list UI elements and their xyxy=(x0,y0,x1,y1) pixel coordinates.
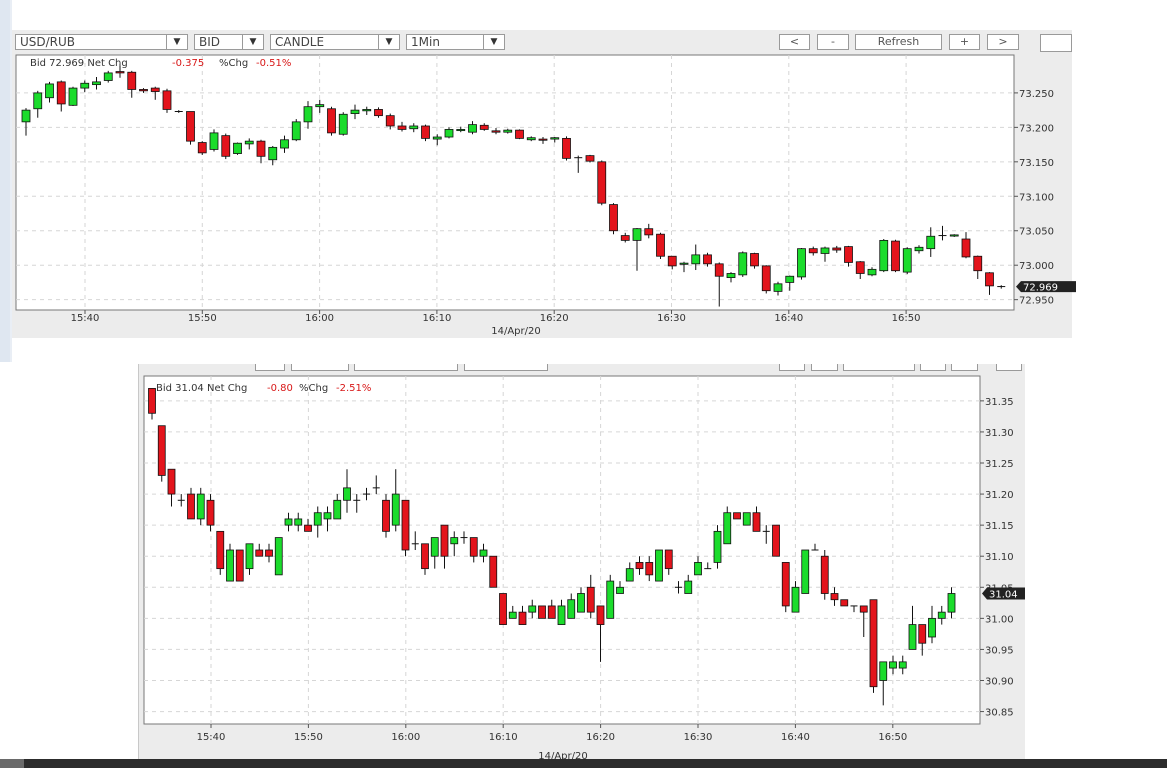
y-tick-label: 31.30 xyxy=(985,428,1014,439)
y-tick-label: 30.90 xyxy=(985,677,1014,688)
candle-body-down xyxy=(469,537,478,557)
chart-header-prefix: Bid 31.04 Net Chg xyxy=(156,383,247,394)
candle-body-down xyxy=(518,611,527,625)
x-tick-label: 16:30 xyxy=(684,732,713,743)
candle-body-down xyxy=(401,499,410,551)
candle-body-up xyxy=(889,661,897,669)
candle-body-down xyxy=(489,555,498,588)
candle-body-up xyxy=(947,593,956,613)
x-tick-label: 16:40 xyxy=(781,732,810,743)
candle-body-down xyxy=(830,593,839,601)
candle-body-down xyxy=(157,425,166,476)
candle-body-up xyxy=(274,537,283,576)
candle-body-down xyxy=(255,549,264,557)
chart-header-pct-label: %Chg xyxy=(299,383,328,394)
candle-body-down xyxy=(645,562,654,576)
candle-body-down xyxy=(421,543,429,570)
candle-body-up xyxy=(479,549,488,557)
candle-body-up xyxy=(937,611,946,619)
x-tick-label: 15:40 xyxy=(197,732,226,743)
candle-body-up xyxy=(898,661,907,669)
candle-body-up xyxy=(908,624,917,650)
y-tick-label: 30.95 xyxy=(985,645,1014,656)
candle-body-up xyxy=(655,549,663,582)
candle-body-up xyxy=(625,568,634,582)
candle-body-up xyxy=(284,518,293,526)
candle-body-up xyxy=(313,512,322,526)
x-tick-label: 16:50 xyxy=(878,732,907,743)
candle-body-down xyxy=(918,624,927,644)
candle-body-down xyxy=(586,586,595,613)
candle-body-up xyxy=(742,512,751,526)
candle-body-up xyxy=(343,487,351,501)
candle-body-down xyxy=(235,549,244,582)
chart-header-pct-chg: -2.51% xyxy=(336,383,371,394)
x-tick-label: 16:10 xyxy=(489,732,518,743)
candle-body-down xyxy=(859,605,868,613)
y-tick-label: 31.00 xyxy=(985,614,1014,625)
taskbar xyxy=(0,759,1167,768)
candle-body-down xyxy=(840,599,849,607)
candle-body-up xyxy=(450,537,459,545)
candle-body-up xyxy=(245,543,254,570)
candle-body-up xyxy=(791,586,800,613)
candle-body-down xyxy=(187,493,195,520)
candle-body-down xyxy=(781,562,790,607)
candle-body-up xyxy=(528,605,537,613)
candle-body-down xyxy=(869,599,878,688)
x-tick-label: 15:50 xyxy=(294,732,323,743)
taskbar-start xyxy=(0,759,24,768)
candle-body-down xyxy=(167,468,176,495)
candle-body-down xyxy=(635,562,644,570)
candle-body-up xyxy=(567,599,576,619)
candle-body-up xyxy=(684,580,693,594)
candle-body-up xyxy=(430,537,439,557)
candle-body-up xyxy=(508,611,517,619)
last-price-label: 31.04 xyxy=(989,590,1018,601)
candle-body-down xyxy=(538,605,546,619)
candle-body-up xyxy=(616,586,624,594)
candle-body-down xyxy=(440,524,449,557)
candle-body-down xyxy=(206,499,215,526)
candlestick-chart-bottom[interactable]: 31.3531.3031.2531.2031.1531.1031.0531.00… xyxy=(0,0,1167,768)
candle-body-up xyxy=(226,549,234,582)
candle-body-down xyxy=(772,524,780,557)
candle-body-down xyxy=(499,593,507,625)
candle-body-down xyxy=(216,530,225,570)
x-tick-label: 16:00 xyxy=(391,732,420,743)
candle-body-up xyxy=(577,593,585,613)
y-tick-label: 30.85 xyxy=(985,708,1014,719)
candle-body-up xyxy=(557,605,566,625)
candle-body-down xyxy=(148,388,156,414)
y-tick-label: 31.25 xyxy=(985,459,1014,470)
candle-body-down xyxy=(664,549,673,570)
candle-body-down xyxy=(752,512,761,532)
candle-body-up xyxy=(801,549,810,594)
y-tick-label: 31.35 xyxy=(985,397,1014,408)
candle-body-down xyxy=(596,605,605,625)
candle-body-up xyxy=(294,518,303,526)
candle-body-up xyxy=(694,562,702,576)
candle-body-down xyxy=(820,555,829,594)
candle-body-up xyxy=(323,512,332,520)
candle-body-down xyxy=(304,524,312,532)
candle-body-up xyxy=(723,512,732,545)
candle-body-up xyxy=(196,493,205,520)
x-tick-label: 16:20 xyxy=(586,732,615,743)
chart-header-net-chg: -0.80 xyxy=(267,383,293,394)
candle-body-down xyxy=(265,549,273,557)
candle-body-down xyxy=(733,512,741,520)
y-tick-label: 31.20 xyxy=(985,490,1014,501)
candle-body-down xyxy=(382,499,390,532)
candle-body-up xyxy=(606,580,615,619)
candle-body-up xyxy=(713,530,722,563)
candle-body-up xyxy=(928,617,936,638)
candle-body-up xyxy=(391,493,400,526)
candle-body-down xyxy=(547,605,556,619)
y-tick-label: 31.15 xyxy=(985,521,1014,532)
candle-body-up xyxy=(879,661,888,681)
candle-body-up xyxy=(333,499,342,520)
y-tick-label: 31.10 xyxy=(985,552,1014,563)
